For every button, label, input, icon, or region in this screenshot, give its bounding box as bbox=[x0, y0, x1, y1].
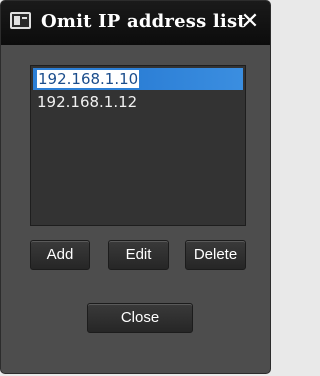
list-item-label: 192.168.1.12 bbox=[37, 93, 138, 111]
edit-button[interactable]: Edit bbox=[108, 240, 169, 270]
close-icon[interactable]: ✕ bbox=[238, 10, 262, 34]
ip-address-list[interactable]: 192.168.1.10 192.168.1.12 bbox=[30, 65, 246, 226]
list-item[interactable]: 192.168.1.10 bbox=[33, 68, 243, 90]
add-button[interactable]: Add bbox=[30, 240, 90, 270]
list-item-label: 192.168.1.10 bbox=[37, 70, 140, 88]
title-bar[interactable]: Omit IP address list ✕ bbox=[1, 1, 270, 45]
window-icon bbox=[10, 12, 31, 29]
dialog-window: Omit IP address list ✕ 192.168.1.10 192.… bbox=[0, 0, 271, 374]
close-button[interactable]: Close bbox=[87, 303, 193, 333]
list-item[interactable]: 192.168.1.12 bbox=[33, 91, 243, 113]
delete-button[interactable]: Delete bbox=[185, 240, 246, 270]
dialog-title: Omit IP address list bbox=[41, 11, 246, 32]
